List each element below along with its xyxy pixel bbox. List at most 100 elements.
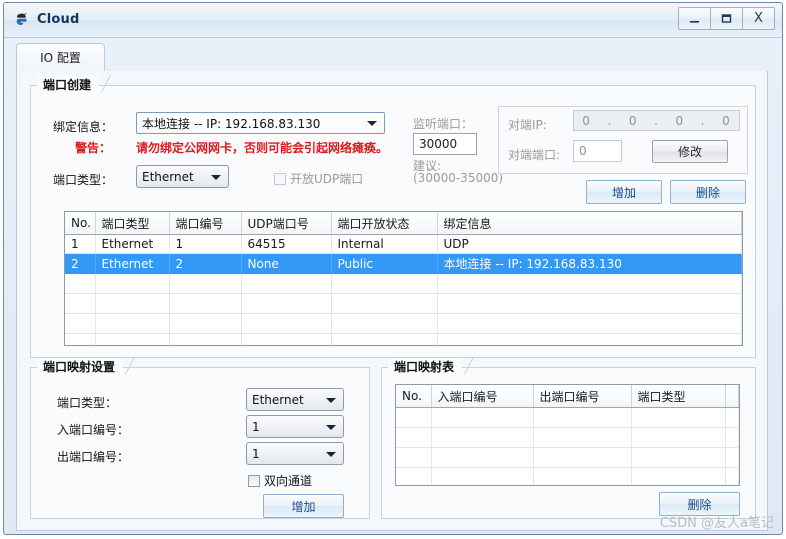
- checkbox-box-icon: [274, 172, 286, 185]
- open-udp-port-checkbox[interactable]: 开放UDP端口: [274, 170, 363, 187]
- tab-content-panel: 端口创建 绑定信息： 本地连接 -- IP: 192.168.83.130 警告…: [16, 71, 768, 531]
- port-list-table-element: No. 端口类型 端口编号 UDP端口号 端口开放状态 绑定信息 1 Ethern…: [65, 212, 742, 345]
- table-row-empty[interactable]: [65, 293, 742, 314]
- table-row-empty[interactable]: [396, 427, 739, 448]
- cloud-logo-icon: [14, 11, 31, 28]
- add-port-button[interactable]: 增加: [586, 180, 662, 204]
- map-in-port-combo[interactable]: 1: [246, 415, 344, 438]
- table-cell: [65, 313, 96, 334]
- table-cell: [65, 293, 96, 314]
- modify-button[interactable]: 修改: [652, 140, 728, 163]
- table-cell: [331, 293, 438, 314]
- table-cell: [169, 273, 242, 294]
- peer-port-value: 0: [579, 144, 587, 158]
- table-cell: 64515: [241, 234, 332, 254]
- table-cell: 本地连接 -- IP: 192.168.83.130: [437, 253, 742, 274]
- table-cell: [65, 273, 96, 294]
- table-row-empty[interactable]: [396, 467, 739, 485]
- port-list-header-row: No. 端口类型 端口编号 UDP端口号 端口开放状态 绑定信息: [65, 212, 742, 235]
- chevron-down-icon: [367, 121, 377, 126]
- peer-ip-input[interactable]: 0 . 0 . 0 . 0: [573, 110, 740, 131]
- table-row-empty[interactable]: [65, 333, 742, 345]
- delete-port-button[interactable]: 删除: [670, 180, 746, 204]
- table-cell: [437, 333, 742, 345]
- map-add-button[interactable]: 增加: [263, 494, 344, 518]
- mapping-col-in-port[interactable]: 入端口编号: [431, 385, 534, 408]
- mapping-table-group-title: 端口映射表: [388, 356, 474, 375]
- peer-ip-octet-3: 0: [675, 113, 685, 128]
- listen-port-value: 30000: [419, 137, 458, 151]
- peer-port-input[interactable]: 0: [573, 140, 622, 162]
- port-col-no[interactable]: No.: [65, 212, 96, 235]
- port-col-udp-number[interactable]: UDP端口号: [241, 212, 332, 235]
- mapping-list-table[interactable]: No. 入端口编号 出端口编号 端口类型: [395, 384, 740, 486]
- peer-ip-sep-3: .: [700, 113, 706, 128]
- maximize-button[interactable]: [710, 7, 743, 30]
- table-cell: [725, 427, 739, 448]
- binding-info-combo[interactable]: 本地连接 -- IP: 192.168.83.130: [136, 112, 385, 134]
- table-cell: [95, 313, 170, 334]
- close-button[interactable]: X: [742, 7, 775, 30]
- table-cell: [631, 447, 726, 468]
- port-col-type[interactable]: 端口类型: [95, 212, 170, 235]
- mapping-col-port-type[interactable]: 端口类型: [631, 385, 726, 408]
- table-row-empty[interactable]: [65, 273, 742, 294]
- map-out-port-combo[interactable]: 1: [246, 442, 344, 465]
- table-cell: [169, 333, 242, 345]
- table-cell: 1: [65, 234, 96, 254]
- group-title-slash: [124, 356, 135, 375]
- bidirectional-channel-checkbox[interactable]: 双向通道: [248, 472, 312, 489]
- map-in-port-value: 1: [252, 419, 260, 434]
- table-cell: [95, 293, 170, 314]
- port-create-group-title: 端口创建: [37, 74, 111, 93]
- listen-port-input[interactable]: 30000: [413, 133, 477, 155]
- warning-label: 警告：: [75, 141, 112, 155]
- port-list-table[interactable]: No. 端口类型 端口编号 UDP端口号 端口开放状态 绑定信息 1 Ethern…: [64, 211, 743, 346]
- table-cell: [431, 407, 534, 428]
- add-port-button-label: 增加: [611, 185, 636, 200]
- peer-ip-octet-4: 0: [722, 113, 731, 128]
- peer-ip-sep-2: .: [654, 113, 659, 128]
- group-title-slash: [100, 74, 111, 93]
- table-cell: [631, 407, 726, 428]
- port-list-body: 1 Ethernet 1 64515 Internal UDP 2 Ethernet 2 None…: [65, 234, 742, 345]
- table-cell: [331, 333, 438, 345]
- table-cell: [533, 447, 632, 468]
- table-cell: [431, 447, 534, 468]
- table-cell: [533, 407, 632, 428]
- port-type-combo[interactable]: Ethernet: [136, 165, 229, 188]
- table-cell: [725, 447, 739, 468]
- mapping-col-filler[interactable]: [725, 385, 739, 408]
- minimize-button[interactable]: [678, 7, 711, 30]
- binding-info-label: 绑定信息：: [53, 120, 114, 134]
- chevron-down-icon: [326, 424, 336, 430]
- map-port-type-combo[interactable]: Ethernet: [246, 388, 344, 411]
- tab-io-config[interactable]: IO 配置: [16, 43, 105, 71]
- port-col-binding-info[interactable]: 绑定信息: [437, 212, 742, 235]
- mapping-table-group: 端口映射表 No. 入端口编号 出端口编号 端口类型 删除: [381, 356, 756, 519]
- table-cell: [431, 427, 534, 448]
- table-cell: Ethernet: [95, 253, 170, 274]
- table-cell: [725, 407, 739, 428]
- mapping-col-out-port[interactable]: 出端口编号: [533, 385, 632, 408]
- map-out-port-label: 出端口编号：: [57, 450, 130, 464]
- table-row[interactable]: 2 Ethernet 2 None Public 本地连接 -- IP: 192.168.…: [65, 253, 742, 274]
- table-cell: [396, 467, 432, 485]
- port-col-open-state[interactable]: 端口开放状态: [331, 212, 438, 235]
- table-cell: [95, 273, 170, 294]
- table-cell: [431, 467, 534, 485]
- table-row-empty[interactable]: [396, 447, 739, 468]
- mapping-col-no[interactable]: No.: [396, 385, 432, 408]
- window-controls: X: [678, 7, 775, 30]
- table-cell: [396, 407, 432, 428]
- peer-ip-octet-2: 0: [628, 113, 638, 128]
- table-cell: [437, 273, 742, 294]
- port-col-number[interactable]: 端口编号: [169, 212, 242, 235]
- table-row[interactable]: 1 Ethernet 1 64515 Internal UDP: [65, 234, 742, 254]
- table-row-empty[interactable]: [65, 313, 742, 334]
- map-add-button-label: 增加: [291, 499, 316, 514]
- group-title-slash: [463, 356, 474, 375]
- table-cell: 2: [169, 253, 242, 274]
- table-row-empty[interactable]: [396, 407, 739, 428]
- mapping-list-body: [396, 407, 739, 485]
